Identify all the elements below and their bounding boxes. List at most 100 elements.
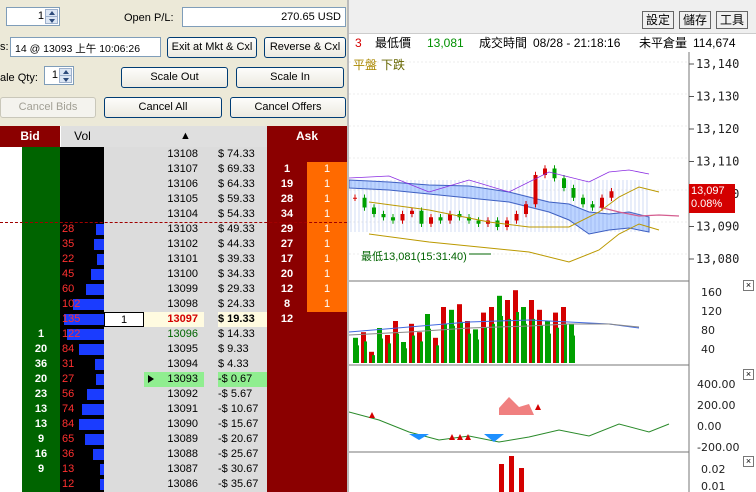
price-cell[interactable]: 13092 xyxy=(144,387,204,402)
bid-size-cell[interactable] xyxy=(22,207,60,222)
price-cell[interactable]: 13108 xyxy=(144,147,204,162)
qty-down-arrow-icon[interactable] xyxy=(45,16,58,24)
price-cell[interactable]: 13105 xyxy=(144,192,204,207)
volume-bar xyxy=(95,374,104,385)
bid-size-cell[interactable]: 16 xyxy=(22,447,60,462)
price-candle xyxy=(438,217,443,221)
bid-size-cell[interactable]: 20 xyxy=(22,372,60,387)
volume-cell: 74 xyxy=(60,402,104,417)
price-header-sort-icon[interactable]: ▲ xyxy=(104,126,267,147)
scale-in-button[interactable]: Scale In xyxy=(236,67,344,88)
bid-size-cell[interactable]: 36 xyxy=(22,357,60,372)
bid-size-cell[interactable] xyxy=(22,162,60,177)
vol-header[interactable]: Vol xyxy=(60,126,104,147)
tools-button[interactable]: 工具 xyxy=(716,11,748,29)
ask-orders-cell[interactable]: 1 xyxy=(307,252,347,267)
bid-size-cell[interactable] xyxy=(22,312,60,327)
ask-size-cell[interactable]: 12 xyxy=(267,312,307,327)
volume-value: 27 xyxy=(62,373,75,385)
settings-button[interactable]: 設定 xyxy=(642,11,674,29)
price-cell[interactable]: 13091 xyxy=(144,402,204,417)
ask-size-cell[interactable]: 34 xyxy=(267,207,307,222)
price-cell[interactable]: 13095 xyxy=(144,342,204,357)
reverse-button[interactable]: Reverse & Cxl xyxy=(264,37,346,58)
cancel-offers-button[interactable]: Cancel Offers xyxy=(230,97,346,118)
bid-size-cell[interactable]: 1 xyxy=(22,327,60,342)
ask-header[interactable]: Ask xyxy=(267,126,347,147)
price-cell[interactable]: 13087 xyxy=(144,462,204,477)
order-qty-spinner[interactable]: 1 xyxy=(6,7,60,26)
bid-size-cell[interactable] xyxy=(22,192,60,207)
price-cell[interactable]: 13099 xyxy=(144,282,204,297)
ask-size-cell[interactable]: 20 xyxy=(267,267,307,282)
price-cell[interactable]: 13104 xyxy=(144,207,204,222)
price-axis-label: 13,080 xyxy=(696,252,739,266)
price-cell[interactable]: 13101 xyxy=(144,252,204,267)
ask-orders-cell[interactable]: 1 xyxy=(307,192,347,207)
signal-arrow-icon xyxy=(449,434,455,440)
price-cell[interactable]: 13102 xyxy=(144,237,204,252)
ask-orders-cell[interactable]: 1 xyxy=(307,162,347,177)
ask-size-cell[interactable]: 8 xyxy=(267,297,307,312)
price-cell[interactable]: 13100 xyxy=(144,267,204,282)
exit-at-market-button[interactable]: Exit at Mkt & Cxl xyxy=(167,37,257,58)
price-candle xyxy=(391,217,395,221)
price-cell[interactable]: 13107 xyxy=(144,162,204,177)
ask-size-cell[interactable]: 19 xyxy=(267,177,307,192)
scale-down-arrow-icon[interactable] xyxy=(59,75,72,83)
working-order-cell[interactable]: 1 xyxy=(104,312,144,327)
bid-size-cell[interactable]: 9 xyxy=(22,432,60,447)
bid-size-cell[interactable] xyxy=(22,267,60,282)
bid-size-cell[interactable]: 9 xyxy=(22,462,60,477)
ask-orders-cell[interactable]: 1 xyxy=(307,237,347,252)
cancel-all-button[interactable]: Cancel All xyxy=(104,97,222,118)
price-cell[interactable]: 13086 xyxy=(144,477,204,492)
bid-size-cell[interactable] xyxy=(22,222,60,237)
bid-size-cell[interactable] xyxy=(22,477,60,492)
price-cell[interactable]: 13089 xyxy=(144,432,204,447)
ask-size-cell[interactable]: 27 xyxy=(267,237,307,252)
price-cell[interactable]: 13106 xyxy=(144,177,204,192)
bid-size-cell[interactable] xyxy=(22,252,60,267)
bid-size-cell[interactable]: 13 xyxy=(22,417,60,432)
bid-size-cell[interactable]: 13 xyxy=(22,402,60,417)
bid-size-cell[interactable] xyxy=(22,282,60,297)
ask-orders-cell[interactable]: 1 xyxy=(307,222,347,237)
price-cell[interactable]: 13096 xyxy=(144,327,204,342)
save-button[interactable]: 儲存 xyxy=(679,11,711,29)
bid-size-cell[interactable] xyxy=(22,237,60,252)
price-cell[interactable]: 13090 xyxy=(144,417,204,432)
ask-size-cell[interactable]: 29 xyxy=(267,222,307,237)
price-cell[interactable]: 13098 xyxy=(144,297,204,312)
bid-size-cell[interactable] xyxy=(22,297,60,312)
volume-value: 35 xyxy=(62,238,75,250)
ask-size-cell[interactable]: 1 xyxy=(267,162,307,177)
chart-canvas[interactable]: 13,14013,13013,12013,11013,10013,09013,0… xyxy=(349,52,756,492)
pl-cell: $ 69.33 xyxy=(218,163,255,175)
bid-header[interactable]: Bid xyxy=(0,126,60,147)
ask-orders-cell[interactable]: 1 xyxy=(307,267,347,282)
price-cell[interactable]: 13094 xyxy=(144,357,204,372)
bid-size-cell[interactable]: 20 xyxy=(22,342,60,357)
bid-size-cell[interactable] xyxy=(22,177,60,192)
bid-size-cell[interactable] xyxy=(22,147,60,162)
ask-size-cell[interactable]: 17 xyxy=(267,252,307,267)
scale-qty-spinner[interactable]: 1 xyxy=(44,66,74,85)
oscillator-pane-close-icon[interactable]: × xyxy=(743,369,754,380)
bid-size-cell[interactable]: 23 xyxy=(22,387,60,402)
volume-cell: 84 xyxy=(60,417,104,432)
volume-cell: 35 xyxy=(60,237,104,252)
ask-orders-cell[interactable]: 1 xyxy=(307,207,347,222)
price-cell[interactable]: 13103 xyxy=(144,222,204,237)
last-trade-price[interactable]: 13097 xyxy=(144,312,204,327)
ask-orders-cell[interactable]: 1 xyxy=(307,177,347,192)
bottom-pane-close-icon[interactable]: × xyxy=(743,456,754,467)
cancel-bids-button[interactable]: Cancel Bids xyxy=(0,97,96,118)
scale-out-button[interactable]: Scale Out xyxy=(121,67,228,88)
volume-pane-close-icon[interactable]: × xyxy=(743,280,754,291)
price-cell[interactable]: 13088 xyxy=(144,447,204,462)
ask-size-cell[interactable]: 12 xyxy=(267,282,307,297)
ask-orders-cell[interactable]: 1 xyxy=(307,297,347,312)
ask-orders-cell[interactable]: 1 xyxy=(307,282,347,297)
ask-size-cell[interactable]: 28 xyxy=(267,192,307,207)
